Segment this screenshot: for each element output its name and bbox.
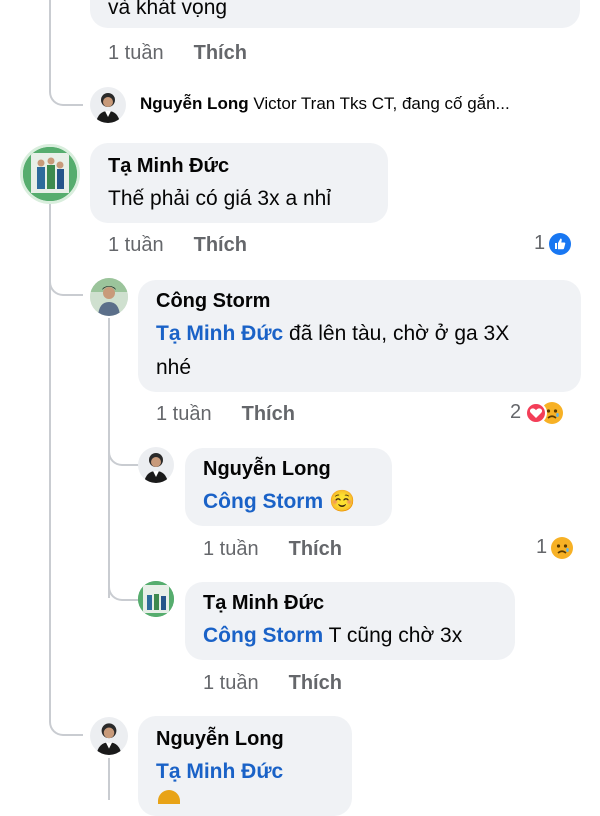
reply-author[interactable]: Công Storm	[156, 290, 270, 313]
smiling-emoji: ☺️	[329, 490, 356, 513]
mention-link[interactable]: Tạ Minh Đức	[156, 760, 283, 783]
comment-text: Thế phải có giá 3x a nhỉ	[108, 187, 331, 210]
reply-meta: 1 tuần Thích	[203, 538, 342, 561]
reply-author[interactable]: Nguyễn Long	[156, 728, 284, 751]
avatar[interactable]	[90, 717, 128, 755]
person-icon	[144, 453, 168, 483]
reaction-summary[interactable]: 1	[534, 232, 572, 255]
comment-meta: 1 tuần Thích	[108, 234, 247, 257]
reply-text: Công Storm T cũng chờ 3x	[203, 624, 462, 648]
mention-link[interactable]: Tạ Minh Đức	[156, 322, 283, 345]
thread-curve	[108, 440, 142, 466]
mention-link[interactable]: Công Storm	[203, 490, 323, 513]
avatar[interactable]	[90, 278, 128, 316]
person-icon	[90, 278, 128, 316]
reaction-count: 1	[534, 232, 546, 254]
group-photo-icon	[23, 147, 77, 201]
collapsed-reply[interactable]: Nguyễn Long Victor Tran Tks CT, đang cố …	[140, 94, 510, 114]
reply-meta: 1 tuần Thích	[156, 403, 295, 426]
reply-author[interactable]: Nguyễn Long	[140, 94, 249, 113]
comment-author[interactable]: Tạ Minh Đức	[108, 155, 229, 178]
reply-preview-text: Victor Tran Tks CT, đang cố gắn...	[253, 94, 510, 113]
like-button[interactable]: Thích	[194, 42, 247, 64]
sad-icon	[551, 536, 574, 559]
reply-author[interactable]: Nguyễn Long	[203, 458, 331, 481]
like-button[interactable]: Thích	[289, 538, 342, 560]
reply-time[interactable]: 1 tuần	[156, 403, 212, 425]
reply-text: Công Storm ☺️	[203, 490, 355, 514]
thread-line-long2	[108, 758, 110, 800]
like-button[interactable]: Thích	[242, 403, 295, 425]
comment-text: và khát vọng	[108, 0, 228, 19]
reply-time[interactable]: 1 tuần	[203, 538, 259, 560]
avatar[interactable]	[138, 447, 174, 483]
comment-meta: 1 tuần Thích	[108, 42, 247, 65]
avatar[interactable]	[20, 144, 80, 204]
avatar[interactable]	[138, 581, 174, 617]
person-icon	[96, 723, 122, 755]
reaction-summary[interactable]: 2	[510, 401, 564, 424]
reply-text-line: nhé	[156, 356, 192, 379]
thread-curve	[49, 272, 83, 296]
like-button[interactable]: Thích	[194, 234, 247, 256]
reply-text-content: T cũng chờ 3x	[323, 624, 463, 647]
reply-meta: 1 tuần Thích	[203, 672, 342, 695]
reaction-summary[interactable]: 1	[536, 536, 574, 559]
avatar[interactable]	[90, 87, 126, 123]
reaction-count: 2	[510, 401, 522, 423]
reply-text-line: đã lên tàu, chờ ở ga 3X	[283, 322, 510, 345]
love-icon	[525, 401, 548, 424]
thread-line-main	[49, 0, 51, 92]
person-icon	[96, 93, 120, 123]
thread-curve	[49, 80, 83, 106]
reply-text: Tạ Minh Đức	[156, 760, 283, 784]
mention-link[interactable]: Công Storm	[203, 624, 323, 647]
comment-time[interactable]: 1 tuần	[108, 42, 164, 64]
thread-curve	[108, 575, 142, 601]
reply-text: Tạ Minh Đức đã lên tàu, chờ ở ga 3X	[156, 322, 509, 346]
group-photo-icon	[138, 581, 174, 617]
like-button[interactable]: Thích	[289, 672, 342, 694]
reply-author[interactable]: Tạ Minh Đức	[203, 592, 324, 615]
reply-time[interactable]: 1 tuần	[203, 672, 259, 694]
thread-curve	[49, 712, 83, 736]
like-icon	[549, 232, 572, 255]
comment-time[interactable]: 1 tuần	[108, 234, 164, 256]
reaction-count: 1	[536, 536, 548, 558]
